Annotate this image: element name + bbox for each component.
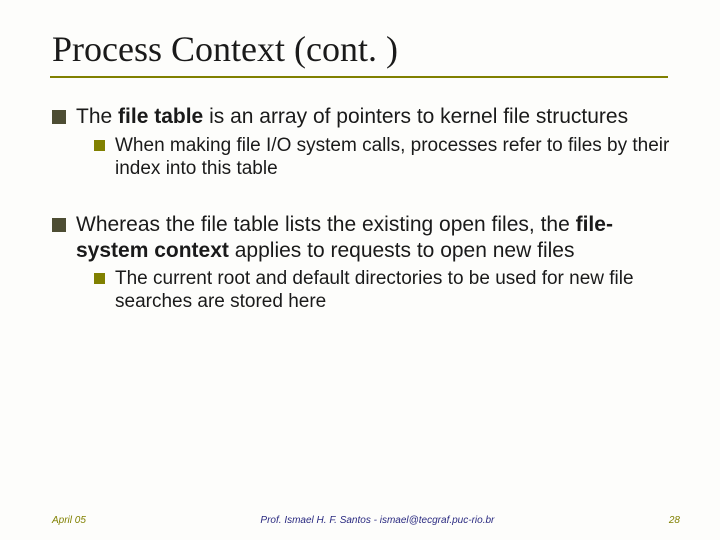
bullet-level1: The file table is an array of pointers t… — [52, 104, 672, 130]
bullet-level1: Whereas the file table lists the existin… — [52, 212, 672, 263]
bullet-text: The file table is an array of pointers t… — [76, 104, 672, 130]
slide-title: Process Context (cont. ) — [48, 28, 672, 70]
text-segment: The — [76, 105, 118, 128]
footer-date: April 05 — [52, 515, 86, 526]
square-bullet-icon — [94, 140, 105, 151]
bullet-text: The current root and default directories… — [115, 267, 672, 313]
bullet-text: Whereas the file table lists the existin… — [76, 212, 672, 263]
slide-content: The file table is an array of pointers t… — [48, 104, 672, 314]
text-segment: applies to requests to open new files — [229, 239, 575, 262]
slide: Process Context (cont. ) The file table … — [0, 0, 720, 540]
text-segment: Whereas the file table lists the existin… — [76, 213, 576, 236]
bullet-level2: When making file I/O system calls, proce… — [94, 134, 672, 180]
square-bullet-icon — [52, 218, 66, 232]
square-bullet-icon — [52, 110, 66, 124]
bullet-text: When making file I/O system calls, proce… — [115, 134, 672, 180]
square-bullet-icon — [94, 273, 105, 284]
title-underline — [50, 76, 668, 78]
text-bold: file table — [118, 105, 203, 128]
bullet-level2: The current root and default directories… — [94, 267, 672, 313]
footer-page-number: 28 — [669, 515, 680, 526]
footer-author: Prof. Ismael H. F. Santos - ismael@tecgr… — [86, 515, 669, 526]
text-segment: is an array of pointers to kernel file s… — [203, 105, 628, 128]
spacer — [52, 184, 672, 212]
slide-footer: April 05 Prof. Ismael H. F. Santos - ism… — [0, 515, 720, 526]
